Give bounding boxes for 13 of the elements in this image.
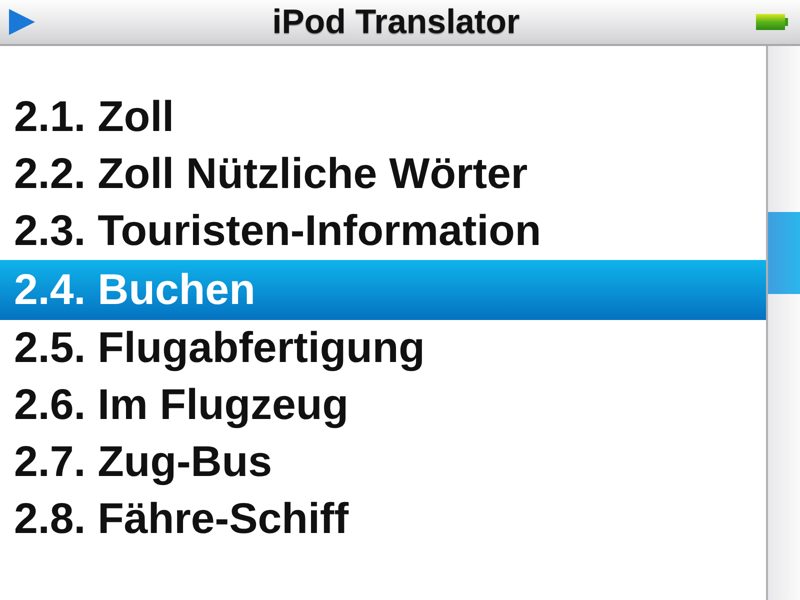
menu-item[interactable]: 2.1. Zoll [0,89,766,146]
battery-icon [756,14,788,30]
window-title: iPod Translator [272,2,520,42]
menu-item[interactable]: 2.2. Zoll Nützliche Wörter [0,146,766,203]
play-icon [8,8,36,36]
menu-item[interactable]: 2.3. Touristen-Information [0,203,766,260]
scrollbar[interactable] [766,46,800,600]
menu-item[interactable]: 2.7. Zug-Bus [0,434,766,491]
menu-item[interactable]: 2.5. Flugabfertigung [0,320,766,377]
menu-item[interactable]: 2.4. Buchen [0,260,766,320]
scroll-thumb[interactable] [768,212,800,294]
menu-item[interactable]: 2.8. Fähre-Schiff [0,491,766,548]
menu-item[interactable]: 2.6. Im Flugzeug [0,377,766,434]
